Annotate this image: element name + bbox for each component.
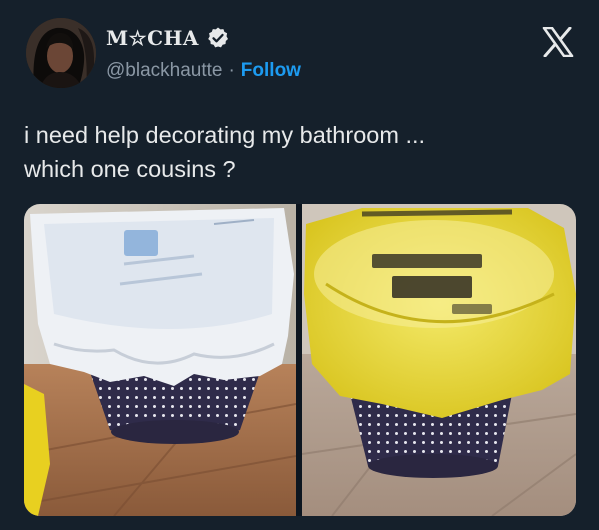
media-photo-white-bag-bin[interactable] <box>24 204 296 516</box>
author-handle[interactable]: @blackhautte <box>106 60 222 82</box>
author-name-row: M☆CHA <box>106 26 230 50</box>
handle-row: @blackhautte · Follow <box>106 60 301 82</box>
tweet-text-line-1: i need help decorating my bathroom ... <box>24 122 426 148</box>
follow-button[interactable]: Follow <box>241 60 301 82</box>
separator-dot: · <box>228 60 235 81</box>
tweet-text-line-2: which one cousins ? <box>24 156 236 182</box>
media-grid <box>24 204 576 516</box>
author-display-name[interactable]: M☆CHA <box>106 26 199 50</box>
verified-badge-icon <box>208 27 228 48</box>
x-logo-icon[interactable] <box>542 27 574 57</box>
avatar[interactable] <box>26 18 96 88</box>
media-photo-yellow-bag-bin[interactable] <box>302 204 576 516</box>
tweet-card: M☆CHA @blackhautte · Follow i need help … <box>0 0 599 530</box>
tweet-text: i need help decorating my bathroom ... w… <box>24 118 584 186</box>
